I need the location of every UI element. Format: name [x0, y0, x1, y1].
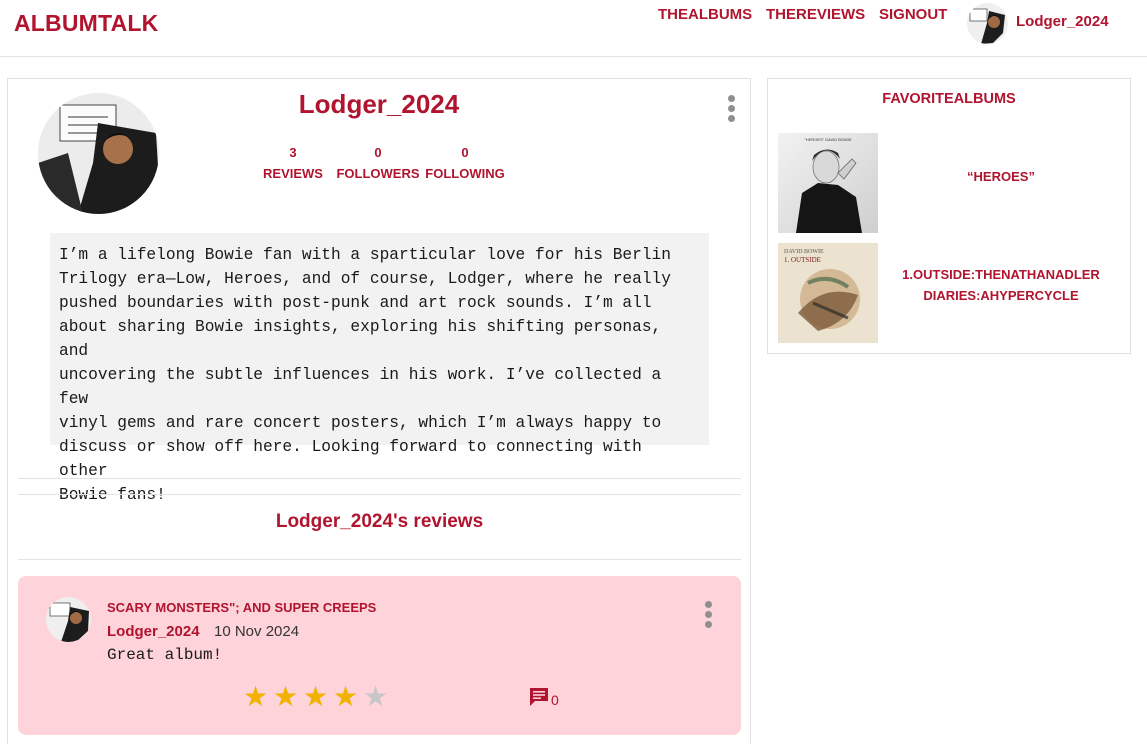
svg-text:"HEROES" DAVID BOWIE: "HEROES" DAVID BOWIE	[804, 137, 852, 142]
comment-icon	[530, 688, 548, 706]
star-empty-icon: ★	[363, 681, 389, 712]
bio-line: vinyl gems and rare concert posters, whi…	[59, 414, 662, 432]
stat-count: 0	[461, 145, 469, 160]
favorite-albums-title: FAVORITEALBUMS	[882, 91, 1016, 107]
stat-reviews[interactable]: 3 REVIEWS	[255, 142, 331, 184]
review-date: 10 Nov 2024	[214, 623, 300, 640]
top-navbar: ALBUMTALK THEALBUMS THEREVIEWS SIGNOUT L…	[0, 0, 1147, 57]
comment-button[interactable]: 0	[528, 686, 568, 710]
profile-avatar	[38, 93, 159, 214]
bio-line: Trilogy era—Low, Heroes, and of course, …	[59, 270, 671, 288]
bio-line: discuss or show off here. Looking forwar…	[59, 438, 642, 480]
star-filled-icon: ★	[273, 681, 299, 712]
comment-count: 0	[551, 692, 559, 708]
stat-followers[interactable]: 0 FOLLOWERS	[336, 142, 420, 184]
stat-count: 3	[289, 145, 297, 160]
stat-label: REVIEWS	[263, 166, 323, 181]
divider	[18, 478, 741, 479]
album-cover-outside[interactable]: DAVID BOWIE 1. OUTSIDE	[778, 243, 878, 343]
site-logo[interactable]: ALBUMTALK	[14, 10, 158, 37]
bio-line: Bowie fans!	[59, 486, 166, 504]
stat-label: FOLLOWERS	[336, 166, 420, 181]
profile-username: Lodger_2024	[298, 89, 460, 119]
nav-link-reviews[interactable]: THEREVIEWS	[766, 6, 865, 23]
review-username[interactable]: Lodger_2024	[107, 623, 200, 640]
divider	[18, 559, 741, 560]
bio-line: pushed boundaries with post-punk and art…	[59, 294, 652, 312]
reviews-heading: Lodger_2024's reviews	[275, 511, 484, 532]
review-card: SCARY MONSTERS"; AND SUPER CREEPS Lodger…	[18, 576, 741, 735]
stat-count: 0	[374, 145, 382, 160]
bio-line: I’m a lifelong Bowie fan with a sparticu…	[59, 246, 671, 264]
album-cover-heroes[interactable]: "HEROES" DAVID BOWIE	[778, 133, 878, 233]
star-filled-icon: ★	[333, 681, 359, 712]
album-name-line: 1.OUTSIDE:THENATHANADLER	[902, 267, 1100, 282]
review-album-title[interactable]: SCARY MONSTERS"; AND SUPER CREEPS	[107, 600, 376, 615]
favorite-albums-panel: FAVORITEALBUMS "HEROES" DAVID BOWIE “HER…	[767, 78, 1131, 354]
review-text: Great album!	[107, 646, 223, 664]
star-filled-icon: ★	[243, 681, 269, 712]
svg-text:1. OUTSIDE: 1. OUTSIDE	[784, 256, 821, 264]
divider	[18, 494, 741, 495]
stat-following[interactable]: 0 FOLLOWING	[422, 142, 508, 184]
svg-text:DAVID BOWIE: DAVID BOWIE	[784, 249, 824, 255]
album-name-line: DIARIES:AHYPERCYCLE	[923, 288, 1079, 303]
more-vertical-icon[interactable]	[704, 601, 712, 629]
profile-panel: Lodger_2024 3 REVIEWS 0 FOLLOWERS 0 FOLL…	[7, 78, 751, 744]
profile-bio: I’m a lifelong Bowie fan with a sparticu…	[50, 233, 709, 504]
star-filled-icon: ★	[303, 681, 329, 712]
bio-line: about sharing Bowie insights, exploring …	[59, 318, 662, 360]
bio-line: uncovering the subtle influences in his …	[59, 366, 662, 408]
favorite-album-name[interactable]: “HEROES”	[888, 166, 1114, 187]
nav-link-signout[interactable]: SIGNOUT	[879, 6, 947, 23]
header-username[interactable]: Lodger_2024	[1016, 13, 1109, 30]
favorite-album-name[interactable]: 1.OUTSIDE:THENATHANADLER DIARIES:AHYPERC…	[888, 264, 1114, 306]
more-vertical-icon[interactable]	[727, 95, 735, 123]
review-avatar[interactable]	[46, 597, 91, 642]
nav-link-albums[interactable]: THEALBUMS	[658, 6, 752, 23]
stat-label: FOLLOWING	[425, 166, 505, 181]
user-avatar-icon[interactable]	[967, 3, 1008, 44]
